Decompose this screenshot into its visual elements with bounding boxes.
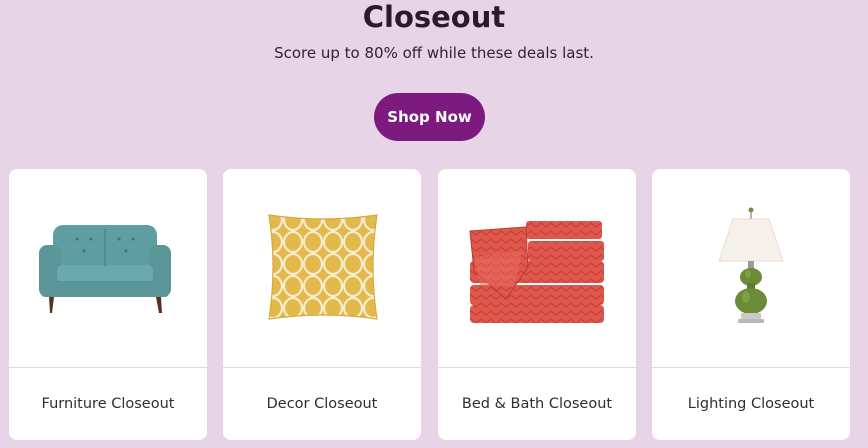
category-card-bed-bath[interactable]: Bed & Bath Closeout — [438, 169, 636, 440]
decor-image — [223, 169, 421, 366]
category-label[interactable]: Bed & Bath Closeout — [438, 368, 636, 440]
category-card-lighting[interactable]: Lighting Closeout — [652, 169, 850, 440]
lamp-icon — [718, 207, 784, 323]
category-card-decor[interactable]: Decor Closeout — [223, 169, 421, 440]
bed-bath-image — [438, 169, 636, 366]
furniture-image — [9, 169, 207, 366]
pillow-icon — [268, 214, 378, 320]
lighting-image — [652, 169, 850, 366]
category-label[interactable]: Furniture Closeout — [9, 368, 207, 440]
shop-now-button[interactable]: Shop Now — [374, 93, 485, 141]
towels-icon — [469, 221, 604, 323]
page-subtitle: Score up to 80% off while these deals la… — [274, 44, 594, 62]
page-title: Closeout — [362, 0, 506, 34]
loveseat-icon — [39, 225, 171, 313]
category-label[interactable]: Decor Closeout — [223, 368, 421, 440]
category-label[interactable]: Lighting Closeout — [652, 368, 850, 440]
category-card-furniture[interactable]: Furniture Closeout — [9, 169, 207, 440]
